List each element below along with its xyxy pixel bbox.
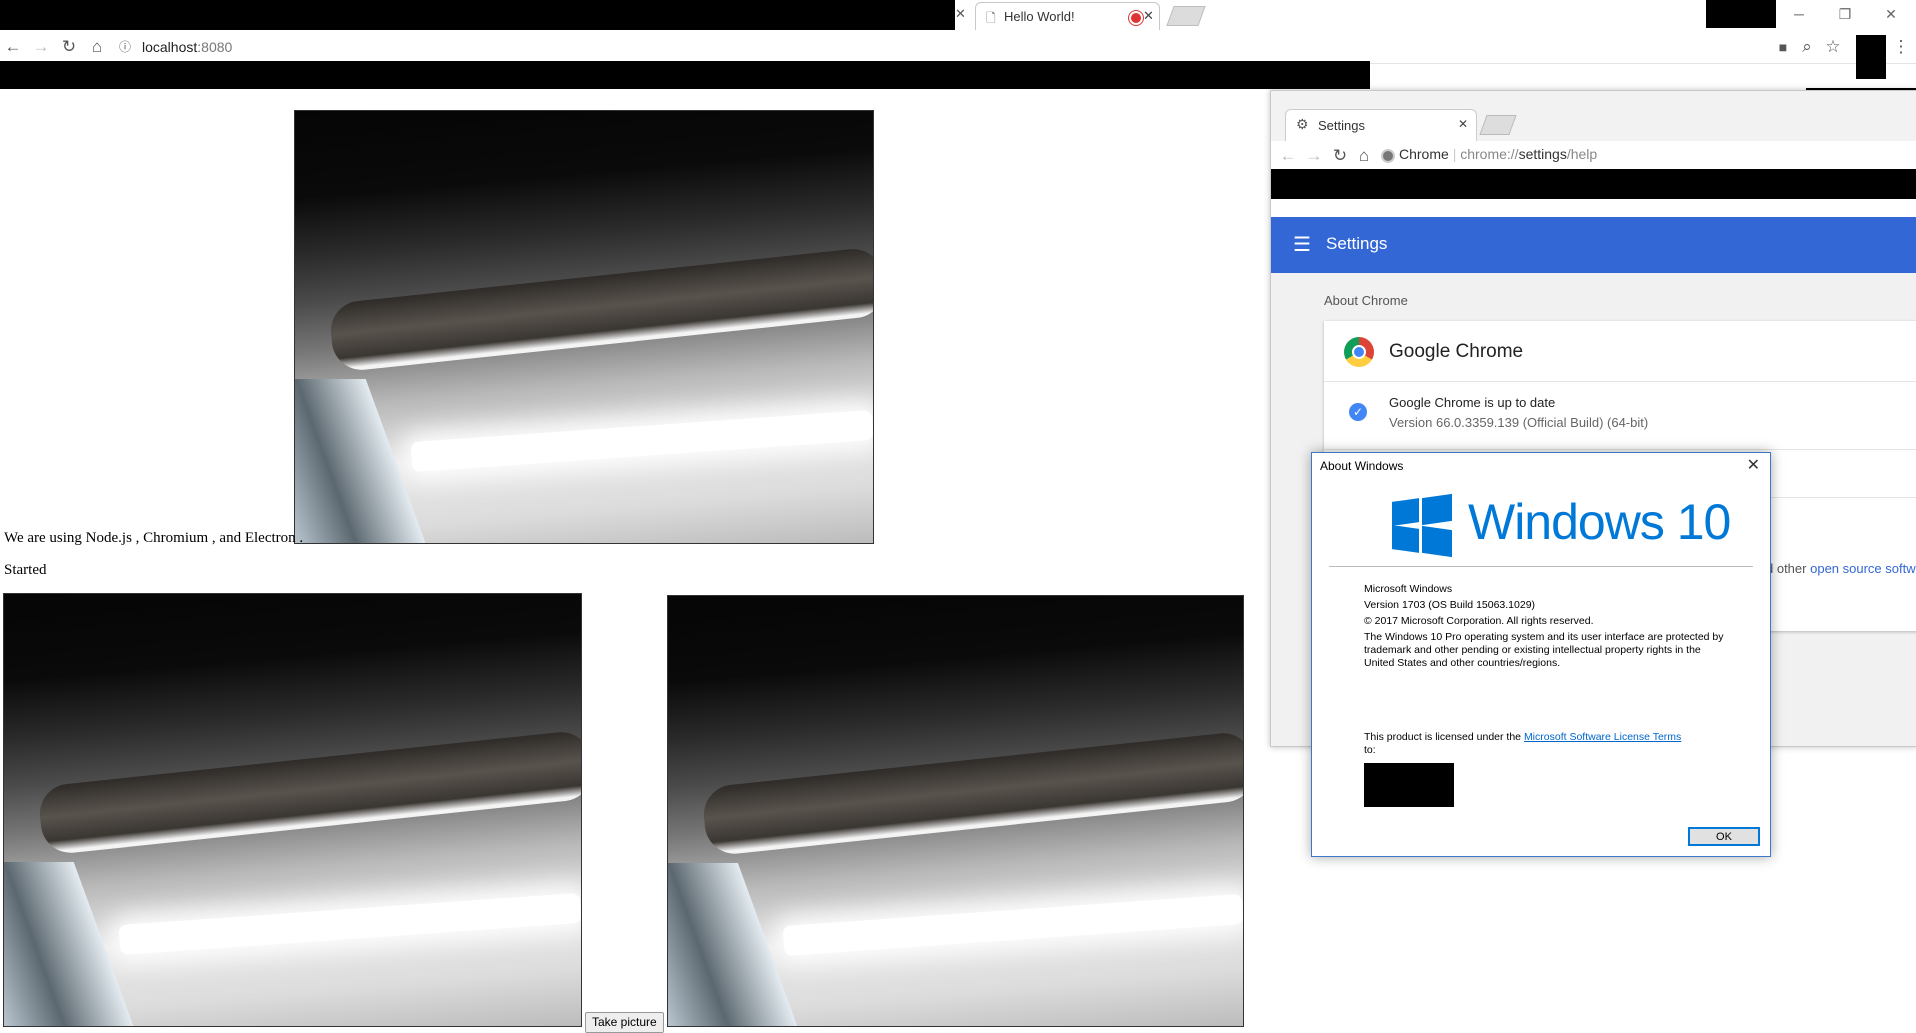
legal-paragraph: The Windows 10 Pro operating system and … [1364,631,1724,669]
version-text: Version 66.0.3359.139 (Official Build) (… [1389,415,1649,430]
url-field[interactable]: localhost:8080 [142,36,232,58]
product-name: Google Chrome [1389,341,1524,362]
hamburger-menu-icon[interactable]: ☰ [1293,232,1311,257]
back-icon[interactable]: ← [1277,145,1299,167]
license-text: This product is licensed under the Micro… [1364,731,1684,757]
url-origin: Chrome [1399,146,1449,162]
zoom-icon[interactable]: ⌕ [1796,36,1818,58]
forward-icon[interactable]: → [30,36,52,58]
status-text: Started [4,562,47,578]
open-source-text: d other open source softw [1766,561,1916,576]
tab-hello-world[interactable]: 🗋 Hello World! ✕ [975,2,1160,31]
minimize-icon[interactable]: ─ [1776,0,1822,30]
ok-button[interactable]: OK [1688,827,1760,846]
tab-settings[interactable]: ⚙ Settings ✕ [1285,109,1477,142]
close-icon[interactable]: ✕ [1747,455,1760,475]
camera-video-preview [3,593,582,1027]
oss-prefix: d other [1766,561,1807,576]
license-prefix: This product is licensed under the [1364,731,1522,743]
url-path: settings [1518,146,1567,162]
chrome-logo-icon [1344,337,1374,367]
url-scheme: chrome:// [1460,146,1519,162]
url-port: :8080 [197,39,233,55]
checkmark-icon: ✓ [1349,403,1367,421]
url-host: localhost [142,39,198,55]
home-icon[interactable]: ⌂ [86,36,108,58]
redacted-block [0,61,1370,89]
restore-icon[interactable]: ❐ [1822,0,1868,30]
reload-icon[interactable]: ↻ [1329,145,1351,167]
open-source-link[interactable]: open source softw [1810,561,1916,576]
star-icon[interactable]: ☆ [1822,36,1844,58]
settings-title: Settings [1326,234,1388,253]
section-label: About Chrome [1324,293,1408,308]
settings-url-field[interactable]: Chrome | chrome://settings/help [1399,146,1597,162]
settings-navbar: ← → ↻ ⌂ Chrome | chrome://settings/help [1271,141,1916,172]
browser-titlebar: ✕ 🗋 Hello World! ✕ ─ ❐ ✕ [0,0,1916,31]
menu-icon[interactable]: ⋮ [1890,36,1912,58]
new-tab-button[interactable] [1479,115,1517,135]
settings-tabbar: ⚙ Settings ✕ [1271,91,1916,142]
take-picture-button[interactable]: Take picture [585,1012,664,1033]
captured-photo [667,595,1244,1027]
settings-header: ☰ Settings [1271,217,1916,273]
tab-close-icon[interactable]: ✕ [955,6,966,22]
redacted-block [0,0,955,30]
recording-icon [1129,11,1143,25]
tech-description: We are using Node.js , Chromium , and El… [4,530,304,546]
document-icon: 🗋 [986,11,996,25]
camera-video-main [294,110,874,544]
tab-title: Hello World! [1004,9,1075,24]
close-icon[interactable]: ✕ [1143,8,1154,24]
windows-brand: Windows 10 [1468,494,1731,550]
info-icon[interactable]: ⓘ [118,36,132,58]
redacted-block [1856,35,1886,79]
license-link[interactable]: Microsoft Software License Terms [1524,731,1681,743]
browser-navbar: ← → ↻ ⌂ ⓘ localhost:8080 ■ ⌕ ☆ ⋮ [0,30,1916,79]
os-name: Microsoft Windows [1364,583,1453,595]
divider [1329,566,1753,567]
chrome-page-icon [1381,149,1395,163]
back-icon[interactable]: ← [2,36,24,58]
new-tab-button[interactable] [1166,6,1206,26]
tab-title: Settings [1318,118,1365,133]
redacted-block [1706,0,1776,28]
reload-icon[interactable]: ↻ [58,36,80,58]
redacted-block [1364,763,1454,807]
close-window-icon[interactable]: ✕ [1868,0,1914,30]
dialog-title: About Windows [1320,459,1404,473]
about-windows-dialog: About Windows ✕ Windows 10 Microsoft Win… [1311,452,1771,857]
camera-icon[interactable]: ■ [1772,36,1794,58]
url-path-rest: /help [1566,146,1598,162]
forward-icon[interactable]: → [1303,145,1325,167]
os-version: Version 1703 (OS Build 15063.1029) [1364,599,1536,611]
windows-logo-icon [1392,493,1452,558]
copyright: © 2017 Microsoft Corporation. All rights… [1364,615,1594,627]
update-status: Google Chrome is up to date [1389,395,1556,410]
gear-icon: ⚙ [1296,116,1309,132]
license-suffix: to: [1364,744,1376,756]
redacted-block [1271,169,1916,199]
close-icon[interactable]: ✕ [1458,117,1468,131]
home-icon[interactable]: ⌂ [1353,145,1375,167]
